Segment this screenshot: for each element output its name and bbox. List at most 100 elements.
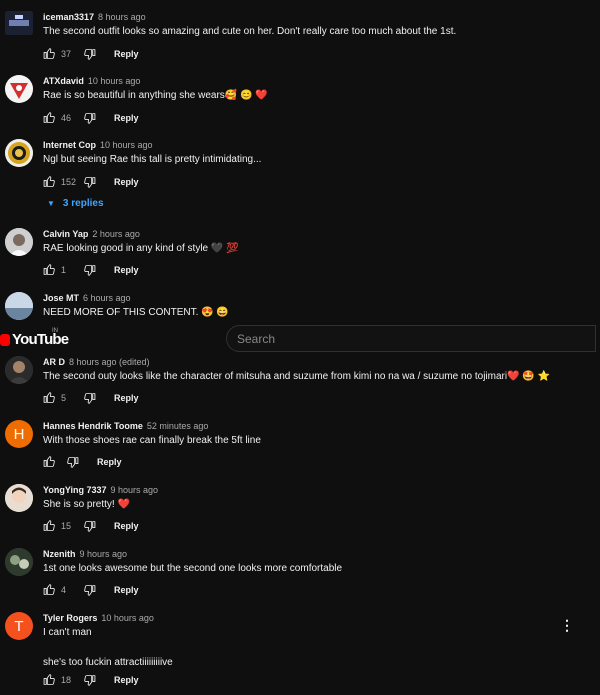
avatar-image-icon — [5, 292, 33, 320]
comment-time[interactable]: 6 hours ago — [83, 293, 131, 303]
avatar[interactable] — [5, 11, 33, 35]
avatar-image-icon — [5, 11, 33, 35]
thumbs-down-icon[interactable] — [83, 264, 96, 277]
reply-button[interactable]: Reply — [114, 521, 139, 531]
thumbs-down-icon[interactable] — [83, 520, 96, 533]
reply-button[interactable]: Reply — [114, 49, 139, 59]
comment-time[interactable]: 9 hours ago — [80, 549, 128, 559]
view-replies-button[interactable]: ▼ 3 replies — [47, 198, 104, 209]
comment-author[interactable]: YongYing 7337 — [43, 485, 107, 495]
comment-meta: Tyler Rogers 10 hours ago — [43, 612, 154, 624]
comment-time[interactable]: 8 hours ago (edited) — [69, 357, 150, 367]
thumbs-down-icon[interactable] — [83, 392, 96, 405]
thumbs-up-icon[interactable] — [43, 519, 56, 534]
comment-text: Ngl but seeing Rae this tall is pretty i… — [43, 154, 262, 165]
reply-button[interactable]: Reply — [97, 457, 122, 467]
avatar[interactable] — [5, 139, 33, 167]
thumbs-up-icon[interactable] — [43, 111, 56, 126]
comment-time[interactable]: 10 hours ago — [88, 76, 141, 86]
comment-meta: Internet Cop 10 hours ago — [43, 139, 153, 151]
comment-author[interactable]: iceman3317 — [43, 12, 94, 22]
comment-text: The second outy looks like the character… — [43, 371, 551, 382]
thumbs-down-icon[interactable] — [83, 674, 96, 687]
more-options-icon[interactable]: ⋮ — [560, 618, 574, 632]
like-count: 1 — [61, 265, 67, 275]
comment-author[interactable]: Internet Cop — [43, 140, 96, 150]
reply-button[interactable]: Reply — [114, 177, 139, 187]
avatar-image-icon — [5, 228, 33, 256]
comment-time[interactable]: 10 hours ago — [100, 140, 153, 150]
comment-time[interactable]: 9 hours ago — [111, 485, 159, 495]
avatar[interactable] — [5, 292, 33, 320]
comment-actions: 5 Reply — [43, 390, 139, 406]
avatar[interactable] — [5, 356, 33, 384]
search-input[interactable]: Search — [226, 325, 596, 352]
comment-meta: AR D 8 hours ago (edited) — [43, 356, 150, 368]
like-count: 4 — [61, 585, 67, 595]
avatar[interactable] — [5, 75, 33, 103]
avatar-letter: H — [13, 425, 25, 443]
avatar[interactable] — [5, 228, 33, 256]
avatar[interactable] — [5, 484, 33, 512]
comment-actions: 152 Reply — [43, 174, 139, 190]
comment-text: She is so pretty! ❤️ — [43, 499, 130, 510]
reply-button[interactable]: Reply — [114, 393, 139, 403]
reply-button[interactable]: Reply — [114, 265, 139, 275]
comment-author[interactable]: Calvin Yap — [43, 229, 88, 239]
avatar[interactable] — [5, 548, 33, 576]
comment-time[interactable]: 52 minutes ago — [147, 421, 209, 431]
play-icon — [0, 333, 10, 346]
thumbs-up-icon[interactable] — [43, 583, 56, 598]
comment-author[interactable]: Hannes Hendrik Toome — [43, 421, 143, 431]
avatar-image-icon — [5, 484, 33, 512]
thumbs-down-icon[interactable] — [83, 176, 96, 189]
avatar-letter: T — [14, 617, 24, 635]
avatar-image-icon — [5, 139, 33, 167]
chevron-down-icon: ▼ — [47, 199, 55, 208]
thumbs-up-icon[interactable] — [43, 673, 56, 688]
like-count: 152 — [61, 177, 77, 187]
comment-text: 1st one looks awesome but the second one… — [43, 563, 343, 574]
reply-button[interactable]: Reply — [114, 675, 139, 685]
comment-text: With those shoes rae can finally break t… — [43, 435, 261, 446]
youtube-logo[interactable]: YouTube — [0, 331, 69, 348]
reply-button[interactable]: Reply — [114, 585, 139, 595]
comment-author[interactable]: ATXdavid — [43, 76, 84, 86]
comment-author[interactable]: Tyler Rogers — [43, 613, 97, 623]
thumbs-up-icon[interactable] — [43, 263, 56, 278]
comment-actions: 46 Reply — [43, 110, 139, 126]
youtube-wordmark: YouTube — [12, 331, 69, 348]
comment-time[interactable]: 10 hours ago — [101, 613, 154, 623]
comment-meta: YongYing 7337 9 hours ago — [43, 484, 158, 496]
comment-text: Rae is so beautiful in anything she wear… — [43, 90, 268, 101]
avatar[interactable]: T — [5, 612, 33, 640]
replies-count: 3 replies — [62, 198, 104, 209]
comment-text: The second outfit looks so amazing and c… — [43, 26, 457, 37]
like-count: 15 — [61, 521, 72, 531]
comment-author[interactable]: Jose MT — [43, 293, 79, 303]
comment-meta: Jose MT 6 hours ago — [43, 292, 131, 304]
comment-meta: Calvin Yap 2 hours ago — [43, 228, 140, 240]
reply-button[interactable]: Reply — [114, 113, 139, 123]
comment-text-line-2: she's too fuckin attractiiiiiiiiive — [43, 657, 173, 668]
search-placeholder: Search — [237, 331, 276, 346]
comment-time[interactable]: 8 hours ago — [98, 12, 146, 22]
thumbs-up-icon[interactable] — [43, 175, 56, 190]
comment-author[interactable]: AR D — [43, 357, 65, 367]
thumbs-down-icon[interactable] — [83, 584, 96, 597]
comment-author[interactable]: Nzenith — [43, 549, 76, 559]
comment-actions: 15 Reply — [43, 518, 139, 534]
comment-time[interactable]: 2 hours ago — [92, 229, 140, 239]
avatar-image-icon — [5, 548, 33, 576]
like-count: 18 — [61, 675, 72, 685]
thumbs-up-icon[interactable] — [43, 47, 56, 62]
thumbs-down-icon[interactable] — [66, 456, 79, 469]
thumbs-up-icon[interactable] — [43, 455, 56, 470]
avatar[interactable]: H — [5, 420, 33, 448]
comment-text: I can't man — [43, 627, 92, 638]
thumbs-down-icon[interactable] — [83, 112, 96, 125]
thumbs-down-icon[interactable] — [83, 48, 96, 61]
comment-text: NEED MORE OF THIS CONTENT. 😍 😄 — [43, 307, 229, 318]
thumbs-up-icon[interactable] — [43, 391, 56, 406]
comment-actions: 37 Reply — [43, 46, 139, 62]
